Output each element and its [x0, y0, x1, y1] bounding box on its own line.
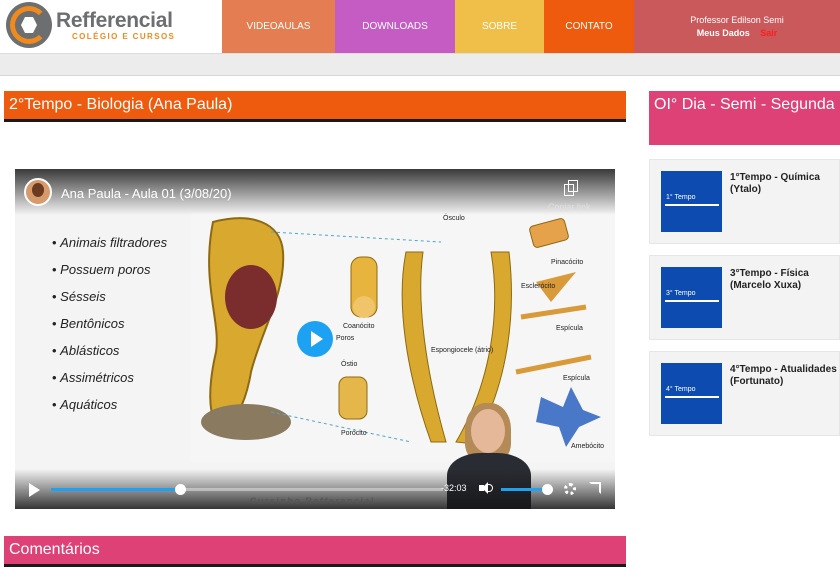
lesson-card-title[interactable]: 4°Tempo - Atualidades (Fortunato) — [730, 364, 840, 388]
lesson-card[interactable]: 3° Tempo 3°Tempo - Física (Marcelo Xuxa) — [649, 255, 840, 340]
video-title[interactable]: Ana Paula - Aula 01 (3/08/20) — [61, 186, 232, 201]
sponge-diagram: Ósculo Pinacócito Coanócito Esclerócito … — [191, 212, 615, 462]
progress-fill — [51, 488, 181, 491]
channel-avatar[interactable] — [24, 178, 52, 206]
logo-title: Refferencial — [56, 8, 173, 32]
logo-icon — [6, 2, 52, 48]
play-icon[interactable] — [29, 483, 40, 497]
volume-icon[interactable] — [479, 482, 493, 494]
slide-bullets: Animais filtradores Possuem poros Séssei… — [52, 235, 167, 424]
user-panel: Professor Edilson Semi Meus Dados Sair — [634, 0, 840, 53]
lesson-card[interactable]: 4° Tempo 4°Tempo - Atualidades (Fortunat… — [649, 351, 840, 436]
diagram-label: Coanócito — [343, 323, 375, 330]
volume-slider[interactable] — [501, 488, 547, 491]
slide-bullet: Aquáticos — [52, 397, 167, 424]
fullscreen-icon[interactable] — [589, 482, 601, 494]
diagram-label: Poros — [336, 335, 355, 342]
copy-link-label[interactable]: Copiar link — [548, 202, 591, 212]
thumbnail-label: 1° Tempo — [666, 194, 696, 201]
lesson-card[interactable]: 1° Tempo 1°Tempo - Química (Ytalo) — [649, 159, 840, 244]
lesson-thumbnail[interactable]: 1° Tempo — [661, 171, 722, 232]
day-title: OI° Dia - Semi - Segunda — [649, 91, 840, 145]
play-button[interactable] — [297, 321, 333, 357]
diagram-label: Espícula — [563, 375, 590, 382]
diagram-label: Espícula — [556, 325, 583, 332]
site-header: Refferencial COLÉGIO E CURSOS VIDEOAULAS… — [0, 0, 840, 53]
thumbnail-label: 4° Tempo — [666, 386, 696, 393]
my-data-link[interactable]: Meus Dados — [697, 28, 750, 38]
user-name: Professor Edilson Semi — [690, 15, 784, 25]
logout-link[interactable]: Sair — [760, 28, 777, 38]
diagram-label: Espongiocele (átrio) — [431, 347, 493, 354]
diagram-label: Porócito — [341, 430, 367, 437]
nav-contato[interactable]: CONTATO — [544, 0, 634, 53]
lesson-title: 2°Tempo - Biologia (Ana Paula) — [4, 91, 626, 122]
copy-link-icon[interactable] — [564, 180, 578, 196]
time-remaining: -32:03 — [441, 483, 467, 493]
diagram-label: Pinacócito — [551, 259, 583, 266]
gear-icon[interactable] — [564, 483, 576, 495]
diagram-label: Amebócito — [571, 443, 604, 450]
sub-bar — [0, 53, 840, 76]
comments-title: Comentários — [4, 536, 626, 567]
video-player[interactable]: Animais filtradores Possuem poros Séssei… — [15, 169, 615, 509]
nav-downloads[interactable]: DOWNLOADS — [335, 0, 455, 53]
lesson-card-title[interactable]: 1°Tempo - Química (Ytalo) — [730, 172, 840, 196]
progress-handle[interactable] — [175, 484, 187, 495]
slide-bullet: Ablásticos — [52, 343, 167, 370]
logo-subtitle: COLÉGIO E CURSOS — [72, 31, 176, 41]
lesson-thumbnail[interactable]: 3° Tempo — [661, 267, 722, 328]
site-logo[interactable]: Refferencial COLÉGIO E CURSOS — [6, 2, 175, 48]
lesson-thumbnail[interactable]: 4° Tempo — [661, 363, 722, 424]
slide-bullet: Bentônicos — [52, 316, 167, 343]
slide-bullet: Sésseis — [52, 289, 167, 316]
slide-bullet: Possuem poros — [52, 262, 167, 289]
nav-sobre[interactable]: SOBRE — [455, 0, 544, 53]
diagram-label: Óstio — [341, 359, 357, 368]
thumbnail-label: 3° Tempo — [666, 290, 696, 297]
volume-handle[interactable] — [542, 484, 553, 495]
progress-bar[interactable] — [51, 484, 443, 495]
slide-bullet: Assimétricos — [52, 370, 167, 397]
slide-bullet: Animais filtradores — [52, 235, 167, 262]
nav-videoaulas[interactable]: VIDEOAULAS — [222, 0, 335, 53]
diagram-label: Esclerócito — [521, 283, 555, 290]
lesson-card-title[interactable]: 3°Tempo - Física (Marcelo Xuxa) — [730, 268, 840, 292]
video-watermark: Cursinho Refferencial — [250, 496, 376, 506]
